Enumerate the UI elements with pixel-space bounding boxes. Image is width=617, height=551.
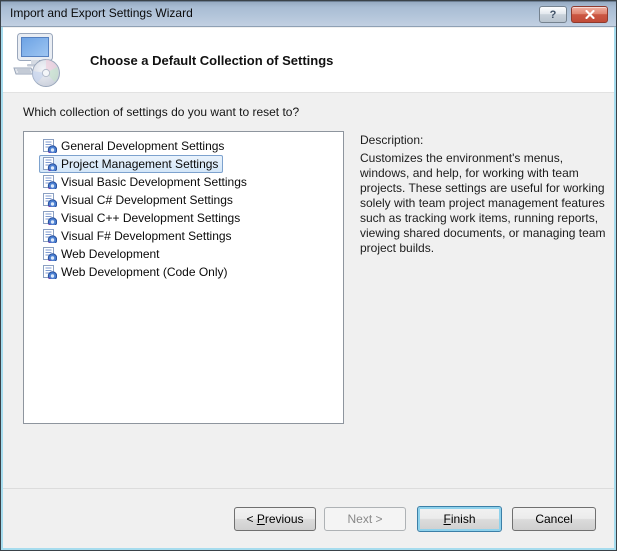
list-item-label: Web Development (Code Only) [61, 265, 228, 279]
list-item[interactable]: Visual C++ Development Settings [39, 209, 343, 227]
list-item[interactable]: Web Development [39, 245, 343, 263]
list-item[interactable]: Visual C# Development Settings [39, 191, 343, 209]
settings-icon [42, 229, 57, 243]
settings-icon [42, 175, 57, 189]
computer-cd-icon [13, 33, 60, 87]
list-item-selected[interactable]: Project Management Settings [39, 155, 343, 173]
page-title: Choose a Default Collection of Settings [90, 53, 334, 68]
previous-label-mnemonic: P [256, 512, 265, 526]
cancel-button[interactable]: Cancel [512, 507, 596, 531]
list-item-label: General Development Settings [61, 139, 225, 153]
previous-label-prefix: < [246, 512, 257, 526]
titlebar-buttons: ? [539, 6, 608, 23]
settings-icon [42, 157, 57, 171]
list-item-label: Web Development [61, 247, 160, 261]
footer-divider [2, 488, 615, 489]
list-item-label: Visual Basic Development Settings [61, 175, 247, 189]
settings-listbox[interactable]: General Development Settings Project Man… [23, 131, 344, 424]
title-bar[interactable]: Import and Export Settings Wizard ? [1, 1, 616, 27]
cancel-label: Cancel [535, 512, 573, 526]
settings-icon [42, 247, 57, 261]
list-item-label: Project Management Settings [61, 157, 219, 171]
list-item[interactable]: Visual Basic Development Settings [39, 173, 343, 191]
finish-button[interactable]: Finish [417, 506, 502, 532]
wizard-header: Choose a Default Collection of Settings [2, 28, 615, 93]
description-heading: Description: [360, 133, 424, 147]
help-button[interactable]: ? [539, 6, 567, 23]
settings-icon [42, 265, 57, 279]
list-item-label: Visual F# Development Settings [61, 229, 232, 243]
question-label: Which collection of settings do you want… [23, 105, 300, 119]
list-item-label: Visual C# Development Settings [61, 193, 233, 207]
wizard-window: Import and Export Settings Wizard ? Choo… [0, 0, 617, 551]
close-button[interactable] [571, 6, 608, 23]
next-button[interactable]: Next > [324, 507, 406, 531]
previous-button[interactable]: < Previous [234, 507, 316, 531]
settings-icon [42, 193, 57, 207]
next-label: Next > [347, 512, 383, 526]
window-title: Import and Export Settings Wizard [10, 6, 193, 20]
finish-label-rest: inish [450, 512, 476, 526]
description-text: Customizes the environment's menus, wind… [360, 151, 606, 255]
settings-icon [42, 139, 57, 153]
list-item[interactable]: Web Development (Code Only) [39, 263, 343, 281]
settings-icon [42, 211, 57, 225]
previous-label-rest: revious [264, 512, 304, 526]
finish-label-mnemonic: F [443, 512, 451, 526]
description-panel: Description: Customizes the environment'… [360, 133, 610, 256]
list-item-label: Visual C++ Development Settings [61, 211, 241, 225]
close-icon [584, 10, 595, 19]
list-item[interactable]: General Development Settings [39, 137, 343, 155]
list-item[interactable]: Visual F# Development Settings [39, 227, 343, 245]
help-icon: ? [549, 8, 557, 21]
